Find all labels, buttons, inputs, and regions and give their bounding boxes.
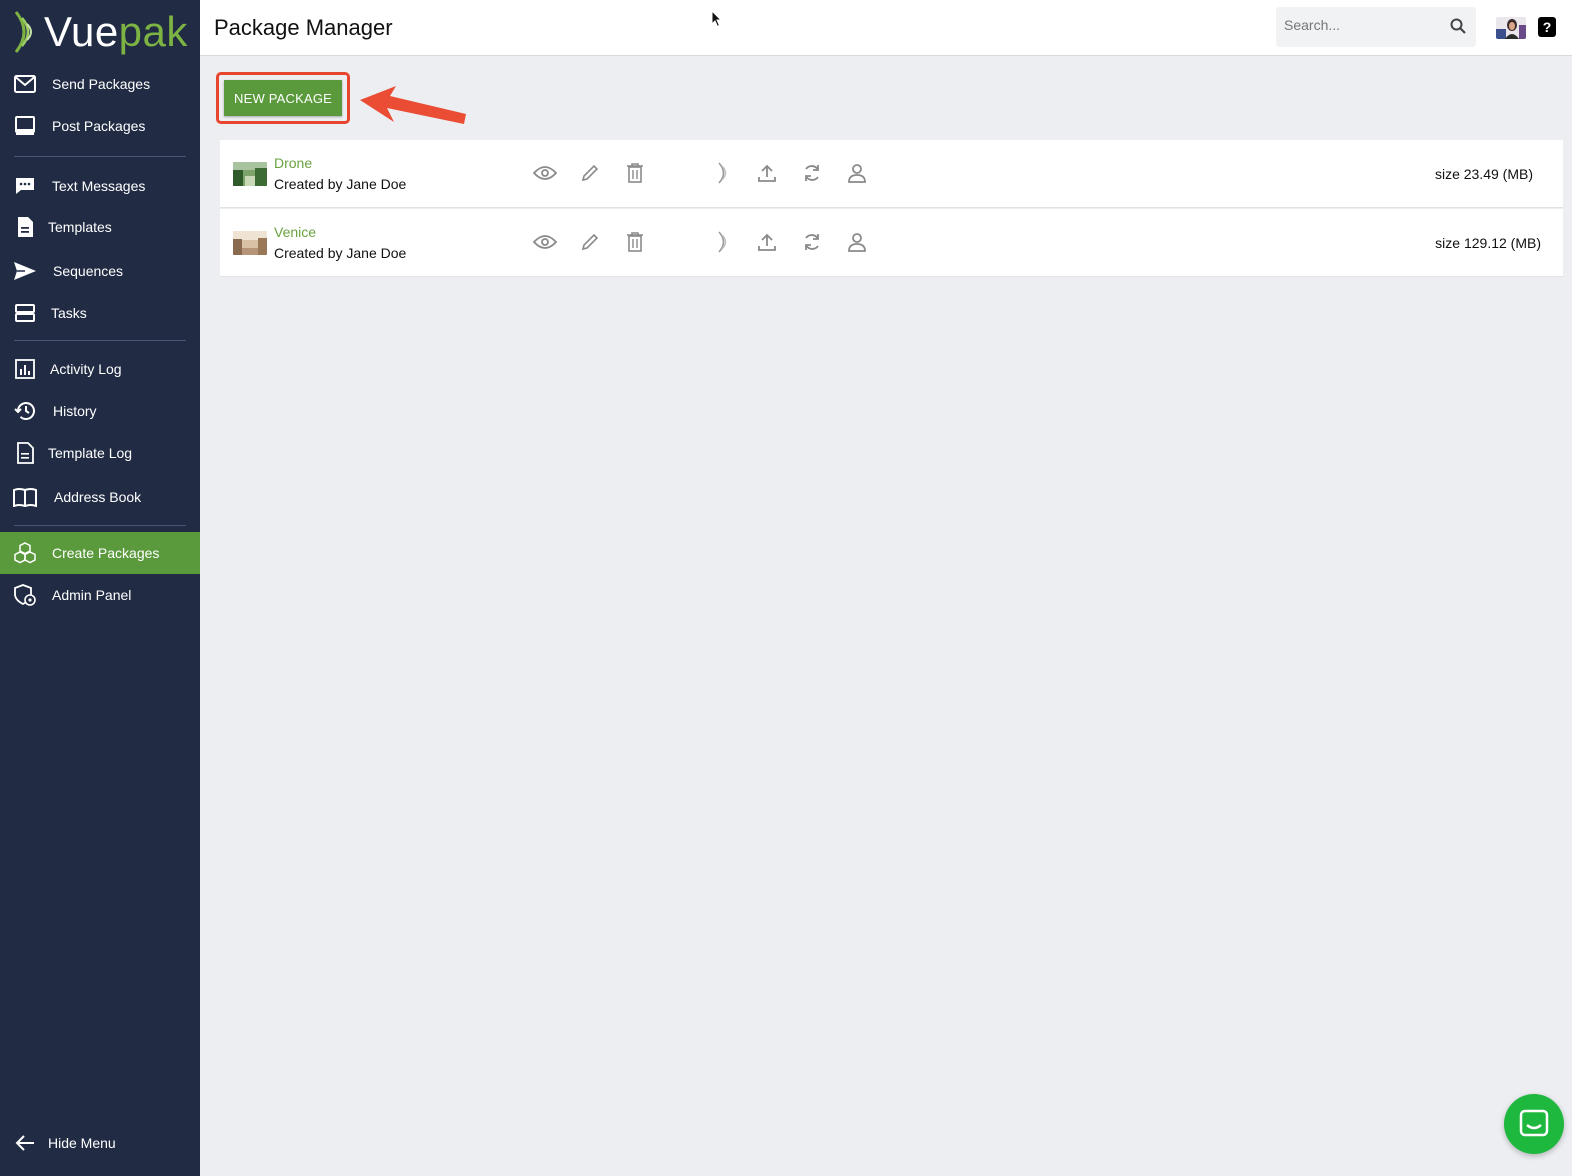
sidebar-divider [14, 156, 186, 157]
eye-icon[interactable] [532, 160, 558, 186]
vuepak-logo[interactable]: Vuepak [10, 6, 188, 58]
pencil-icon[interactable] [577, 229, 603, 255]
package-creator: Created by Jane Doe [274, 176, 407, 192]
nav-tasks[interactable]: Tasks [0, 292, 200, 334]
nav-address-book[interactable]: Address Book [0, 476, 200, 518]
nav-admin-panel[interactable]: Admin Panel [0, 574, 200, 616]
brand-name: Vuepak [44, 8, 188, 55]
nav-template-log[interactable]: Template Log [0, 432, 200, 474]
user-icon[interactable] [844, 229, 870, 255]
nav-label: History [53, 403, 97, 419]
package-size: size 23.49 (MB) [1434, 166, 1533, 182]
nav-label: Post Packages [52, 118, 146, 134]
nav-send-packages[interactable]: Send Packages [0, 63, 200, 105]
hide-menu-button[interactable]: Hide Menu [0, 1122, 200, 1164]
avatar[interactable] [1496, 17, 1526, 39]
nav-label: Template Log [48, 445, 133, 461]
hide-menu-label: Hide Menu [48, 1135, 116, 1151]
chat-bubble-icon [12, 173, 38, 199]
search-box [1276, 7, 1476, 47]
logo-arc-action-icon[interactable] [709, 229, 735, 255]
chat-icon [1519, 1109, 1549, 1137]
package-size: size 129.12 (MB) [1435, 235, 1541, 251]
chat-launcher-button[interactable] [1504, 1094, 1564, 1154]
boxes-icon [12, 540, 38, 566]
nav-label: Sequences [53, 263, 124, 279]
logo-arc-action-icon[interactable] [709, 160, 735, 186]
top-bar: Package Manager ? [200, 0, 1572, 56]
mouse-cursor-icon [711, 10, 723, 28]
user-icon[interactable] [844, 160, 870, 186]
send-icon [12, 258, 38, 284]
refresh-icon[interactable] [799, 229, 825, 255]
upload-icon[interactable] [754, 229, 780, 255]
trash-icon[interactable] [622, 229, 648, 255]
page-title: Package Manager [214, 15, 393, 40]
annotation-arrow-icon [360, 86, 466, 124]
sidebar-divider [14, 340, 186, 341]
nav-label: Admin Panel [52, 587, 132, 603]
nav-templates[interactable]: Templates [0, 206, 200, 248]
history-icon [12, 398, 38, 424]
bar-chart-icon [12, 356, 38, 382]
package-name-link[interactable]: Drone [274, 155, 312, 171]
nav-create-packages[interactable]: Create Packages [0, 532, 200, 574]
book-icon [12, 484, 38, 510]
new-package-highlight: New Package [216, 72, 350, 124]
eye-icon[interactable] [532, 229, 558, 255]
package-row: Venice Created by Jane Doe size 129.12 (… [220, 209, 1563, 277]
search-icon[interactable] [1450, 18, 1466, 39]
package-list: Drone Created by Jane Doe size 23.49 (MB… [220, 140, 1563, 277]
nav-sequences[interactable]: Sequences [0, 250, 200, 292]
list-icon [12, 300, 38, 326]
nav-label: Address Book [54, 489, 142, 505]
pencil-icon[interactable] [577, 160, 603, 186]
admin-shield-icon [12, 582, 38, 608]
package-row: Drone Created by Jane Doe size 23.49 (MB… [220, 140, 1563, 208]
nav-history[interactable]: History [0, 390, 200, 432]
document-icon [12, 214, 38, 240]
package-creator: Created by Jane Doe [274, 245, 407, 261]
nav-label: Tasks [51, 305, 87, 321]
nav-text-messages[interactable]: Text Messages [0, 165, 200, 207]
package-thumbnail[interactable] [233, 162, 267, 186]
package-thumbnail[interactable] [233, 231, 267, 255]
trash-icon[interactable] [622, 160, 648, 186]
nav-activity-log[interactable]: Activity Log [0, 348, 200, 390]
help-icon[interactable]: ? [1538, 17, 1556, 37]
sidebar-divider [14, 525, 186, 526]
nav-label: Text Messages [52, 178, 146, 194]
envelope-icon [12, 71, 38, 97]
document-outline-icon [12, 440, 38, 466]
refresh-icon[interactable] [799, 160, 825, 186]
nav-post-packages[interactable]: Post Packages [0, 105, 200, 147]
arrow-left-icon [12, 1130, 38, 1156]
nav-label: Send Packages [52, 76, 151, 92]
search-input[interactable] [1284, 17, 1444, 33]
upload-icon[interactable] [754, 160, 780, 186]
sidebar: Vuepak Send Packages Post Packages Text … [0, 0, 200, 1176]
new-package-button[interactable]: New Package [224, 80, 342, 116]
nav-label: Activity Log [50, 361, 122, 377]
nav-label: Templates [48, 219, 112, 235]
nav-label: Create Packages [52, 545, 160, 561]
logo-arc-icon [14, 11, 32, 53]
monitor-icon [12, 113, 38, 139]
package-name-link[interactable]: Venice [274, 224, 316, 240]
